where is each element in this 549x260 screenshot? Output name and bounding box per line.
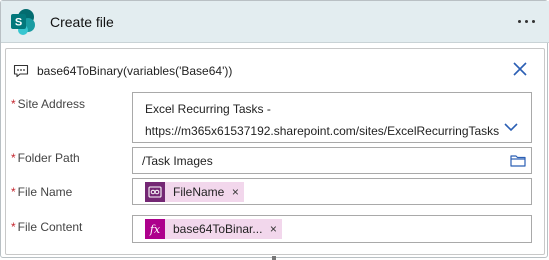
file-content-label-text: File Content xyxy=(17,220,83,234)
card-header[interactable]: S Create file xyxy=(1,1,549,43)
file-name-field[interactable]: FileName × xyxy=(132,178,532,205)
folder-path-value: /Task Images xyxy=(142,154,213,168)
required-mark: * xyxy=(11,185,16,199)
ellipsis-icon[interactable] xyxy=(515,13,537,29)
file-name-label: * File Name xyxy=(11,185,72,199)
svg-text:S: S xyxy=(15,17,22,29)
folder-path-label-text: Folder Path xyxy=(17,151,80,165)
site-address-field[interactable]: Excel Recurring Tasks - https://m365x615… xyxy=(132,92,532,143)
file-name-label-text: File Name xyxy=(17,185,73,199)
connector-nub xyxy=(272,256,276,260)
sharepoint-icon: S xyxy=(11,9,35,35)
folder-path-label: * Folder Path xyxy=(11,151,80,165)
folder-path-field[interactable]: /Task Images xyxy=(132,147,532,174)
comment-icon xyxy=(13,64,29,78)
required-mark: * xyxy=(11,151,16,165)
chevron-down-icon[interactable] xyxy=(503,121,519,133)
remove-token-icon[interactable]: × xyxy=(268,222,282,236)
required-mark: * xyxy=(11,220,16,234)
close-icon[interactable] xyxy=(511,60,529,78)
remove-token-icon[interactable]: × xyxy=(230,185,244,199)
folder-icon[interactable] xyxy=(510,154,526,167)
action-note: base64ToBinary(variables('Base64')) xyxy=(37,64,233,78)
expression-token[interactable]: fx base64ToBinar... × xyxy=(145,219,283,239)
token-label: FileName xyxy=(173,185,225,199)
site-address-label-text: Site Address xyxy=(17,97,86,111)
create-file-card: S Create file base64ToBinary(variables('… xyxy=(0,0,549,258)
power-apps-icon xyxy=(145,182,165,202)
token-label: base64ToBinar... xyxy=(173,222,263,236)
site-address-name: Excel Recurring Tasks - xyxy=(145,102,271,116)
site-address-url: https://m365x61537192.sharepoint.com/sit… xyxy=(145,124,500,138)
site-address-label: * Site Address xyxy=(11,97,85,111)
required-mark: * xyxy=(11,97,16,111)
file-content-field[interactable]: fx base64ToBinar... × xyxy=(132,215,532,243)
filename-token[interactable]: FileName × xyxy=(145,182,245,202)
card-title: Create file xyxy=(50,14,114,30)
fx-icon: fx xyxy=(145,219,165,239)
file-content-label: * File Content xyxy=(11,220,82,234)
